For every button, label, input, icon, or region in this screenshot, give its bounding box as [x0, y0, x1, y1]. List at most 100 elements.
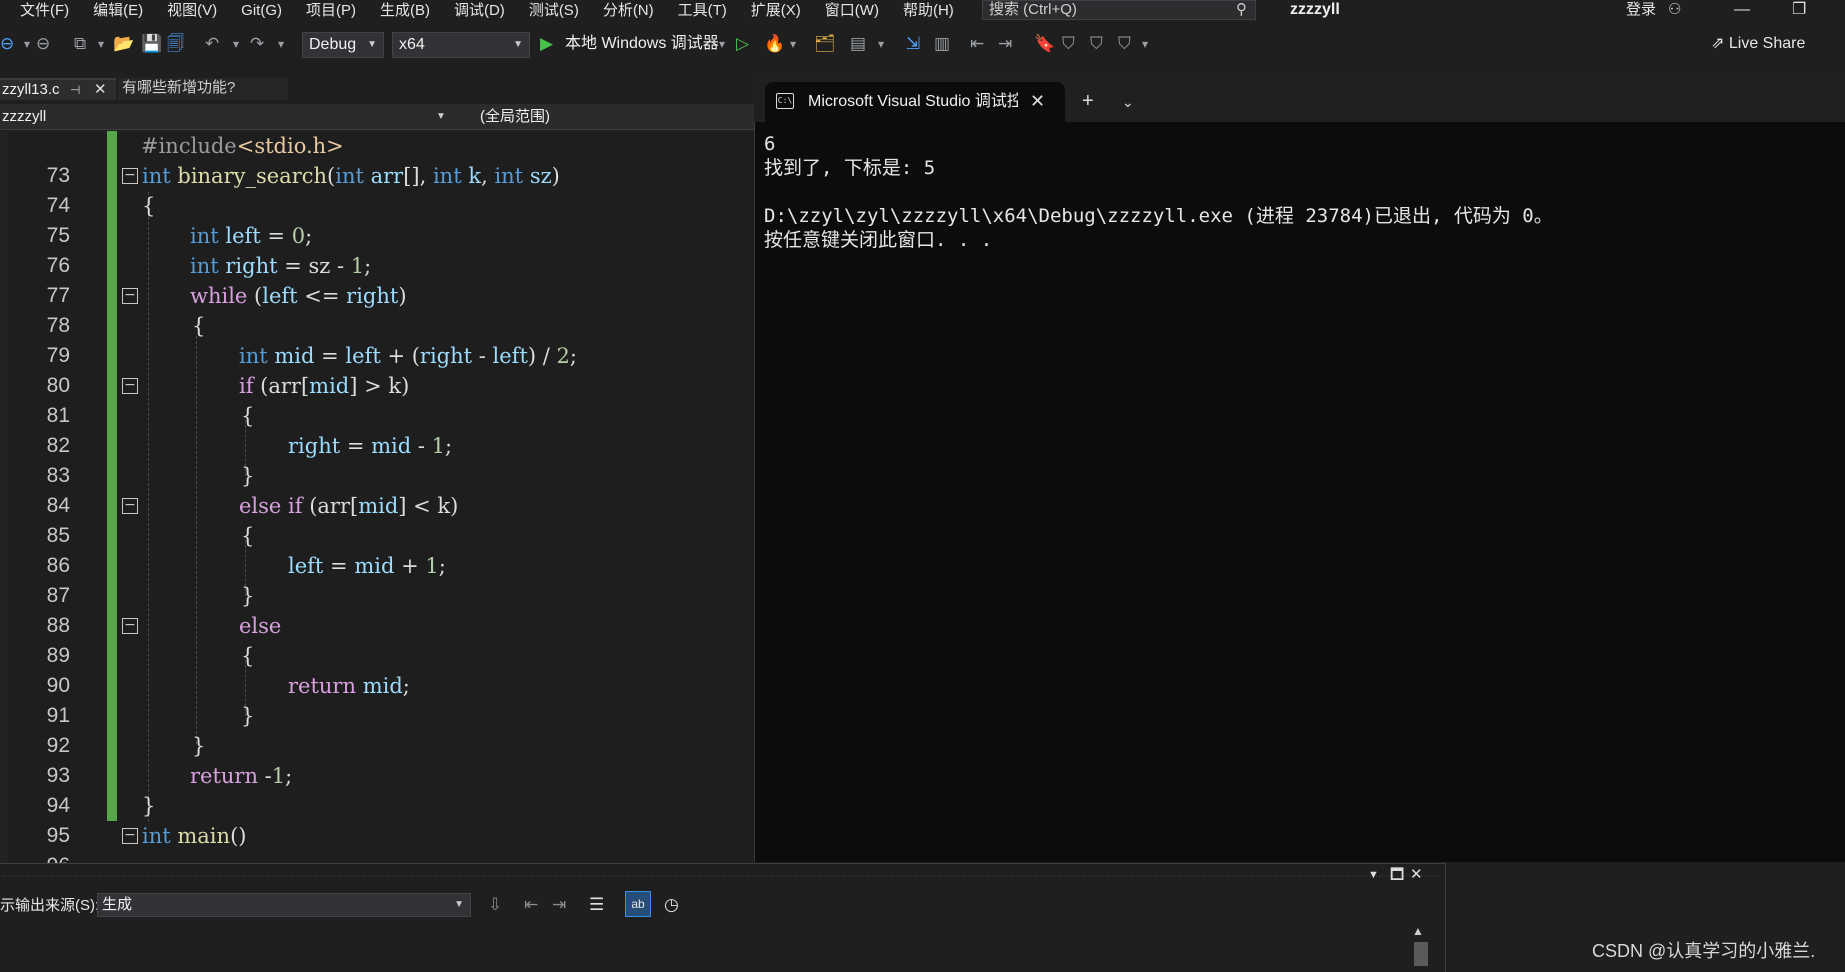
live-share-label: Live Share — [1728, 35, 1806, 52]
new-dropdown-icon[interactable]: ▾ — [98, 34, 104, 54]
toolbar-overflow-icon[interactable]: ▾ — [1142, 34, 1148, 54]
menu-help[interactable]: 帮助(H) — [891, 0, 966, 22]
code-text: } — [241, 464, 255, 488]
minimize-icon[interactable]: — — [1734, 0, 1750, 20]
indent-icon[interactable]: ⇥ — [998, 34, 1012, 54]
new-project-icon[interactable]: ⧉ — [74, 34, 86, 54]
menu-file[interactable]: 文件(F) — [0, 0, 81, 22]
undo-dropdown-icon[interactable]: ▾ — [233, 34, 239, 54]
chevron-down-icon: ▼ — [513, 39, 523, 50]
scrollbar-thumb[interactable] — [1414, 942, 1428, 966]
search-placeholder: 搜索 (Ctrl+Q) — [989, 1, 1077, 18]
code-text: int main() — [142, 824, 247, 848]
chevron-down-icon: ▼ — [367, 39, 377, 50]
forward-icon[interactable]: ⊖ — [36, 34, 50, 54]
code-text: left = mid + 1; — [288, 554, 446, 578]
redo-dropdown-icon[interactable]: ▾ — [278, 34, 284, 54]
menu-debug[interactable]: 调试(D) — [442, 0, 517, 22]
code-line: 78 − while (left <= right) — [0, 281, 755, 337]
close-icon[interactable]: ✕ — [1030, 91, 1045, 111]
browse-icon[interactable]: 🗂 — [814, 34, 836, 54]
hot-reload-dropdown-icon[interactable]: ▾ — [790, 34, 796, 54]
outdent-icon[interactable]: ⇤ — [970, 34, 984, 54]
live-share-button[interactable]: ⇗ Live Share — [1711, 34, 1805, 54]
bookmark-icon[interactable]: 🔖 — [1034, 34, 1055, 54]
code-line: 76 int left = 0; — [0, 221, 755, 277]
restore-icon[interactable]: ❐ — [1792, 0, 1806, 20]
menu-view[interactable]: 视图(V) — [155, 0, 229, 22]
menu-git[interactable]: Git(G) — [229, 0, 294, 22]
menu-edit[interactable]: 编辑(E) — [81, 0, 155, 22]
undo-icon[interactable]: ↶ — [205, 34, 219, 54]
menu-build[interactable]: 生成(B) — [368, 0, 442, 22]
code-text: { — [192, 314, 206, 338]
code-text: while (left <= right) — [190, 284, 407, 308]
project-name: zzzzyll — [2, 108, 47, 125]
clear-bookmarks-icon[interactable]: ⛉ — [1118, 34, 1131, 54]
format-icon[interactable]: ▥ — [934, 34, 950, 54]
next-bookmark-icon[interactable]: ⛉ — [1090, 34, 1103, 54]
scroll-up-icon[interactable]: ▲ — [1412, 924, 1424, 938]
code-line: 91 return mid; — [0, 671, 755, 727]
tab-whats-new[interactable]: 有哪些新增功能? — [118, 78, 288, 100]
collapse-icon[interactable]: − — [122, 378, 138, 394]
clock-icon[interactable]: ◷ — [664, 895, 679, 915]
menu-extensions[interactable]: 扩展(X) — [739, 0, 813, 22]
layout-dropdown-icon[interactable]: ▾ — [878, 34, 884, 54]
run-icon[interactable]: ▶ — [540, 34, 553, 54]
start-without-debugging-icon[interactable]: ▷ — [736, 34, 749, 54]
collapse-icon[interactable]: − — [122, 828, 138, 844]
clear-all-icon[interactable]: ☰ — [589, 895, 604, 915]
redo-icon[interactable]: ↷ — [250, 34, 264, 54]
scope-dropdown[interactable]: (全局范围) — [480, 104, 550, 130]
menu-test[interactable]: 测试(S) — [517, 0, 591, 22]
csdn-watermark: CSDN @认真学习的小雅兰. — [1592, 941, 1816, 961]
step-icon[interactable]: ⇲ — [906, 34, 920, 54]
menu-tools[interactable]: 工具(T) — [666, 0, 739, 22]
configuration-select[interactable]: Debug ▼ — [302, 32, 384, 58]
code-line: 77 int right = sz - 1; — [0, 251, 755, 307]
sign-in-link[interactable]: 登录 — [1626, 0, 1656, 20]
hot-reload-icon[interactable]: 🔥 — [764, 34, 785, 54]
word-wrap-toggle[interactable]: ab — [625, 891, 651, 917]
back-dropdown-icon[interactable]: ▾ — [24, 34, 30, 54]
new-tab-icon[interactable]: + — [1082, 90, 1094, 112]
collapse-icon[interactable]: − — [122, 288, 138, 304]
toolbar — [0, 28, 1845, 62]
close-icon[interactable]: ✕ — [1410, 865, 1423, 885]
collapse-icon[interactable]: − — [122, 168, 138, 184]
console-icon: C:\ — [776, 93, 794, 109]
maximize-icon[interactable]: 🗖 — [1390, 865, 1404, 885]
close-icon[interactable]: ✕ — [94, 80, 107, 100]
collapse-icon[interactable]: − — [122, 618, 138, 634]
prev-message-icon[interactable]: ⇤ — [524, 895, 538, 915]
save-all-icon[interactable]: 🗐 — [167, 34, 184, 54]
back-icon[interactable]: ⊖ — [0, 34, 14, 54]
account-icon[interactable]: ⚇ — [1668, 0, 1681, 20]
menu-analyze[interactable]: 分析(N) — [591, 0, 666, 22]
tab-zzyll13-c[interactable]: zzyll13.c ⊣ ✕ — [0, 78, 116, 100]
debug-console-window[interactable] — [754, 72, 1845, 862]
search-box[interactable]: 搜索 (Ctrl+Q) ⚲ — [982, 0, 1256, 20]
layout-icon[interactable]: ▤ — [850, 34, 866, 54]
code-text: int mid = left + (right - left) / 2; — [239, 344, 577, 368]
output-source-select[interactable]: 生成 ▼ — [97, 893, 471, 917]
menu-project[interactable]: 项目(P) — [294, 0, 368, 22]
pin-icon[interactable]: ⊣ — [70, 80, 80, 100]
next-message-icon[interactable]: ⇥ — [552, 895, 566, 915]
platform-select[interactable]: x64 ▼ — [392, 32, 530, 58]
save-icon[interactable]: 💾 — [141, 34, 162, 54]
console-output-line: D:\zzyl\zyl\zzzzyll\x64\Debug\zzzzyll.ex… — [764, 205, 1553, 227]
code-text: int right = sz - 1; — [190, 254, 372, 278]
collapse-icon[interactable]: − — [122, 498, 138, 514]
prev-bookmark-icon[interactable]: ⛉ — [1062, 34, 1075, 54]
project-dropdown[interactable]: zzzzyll ▼ — [0, 104, 452, 130]
menu-window[interactable]: 窗口(W) — [813, 0, 891, 22]
chevron-down-icon[interactable]: ⌄ — [1122, 92, 1134, 112]
open-folder-icon[interactable]: 📂 — [113, 34, 134, 54]
run-dropdown-icon[interactable]: ▾ — [719, 34, 725, 54]
run-debugger-button[interactable]: 本地 Windows 调试器 — [565, 34, 719, 54]
panel-options-icon[interactable]: ▼ — [1368, 865, 1379, 885]
find-message-icon[interactable]: ⇩ — [488, 895, 502, 915]
code-text: } — [192, 734, 206, 758]
